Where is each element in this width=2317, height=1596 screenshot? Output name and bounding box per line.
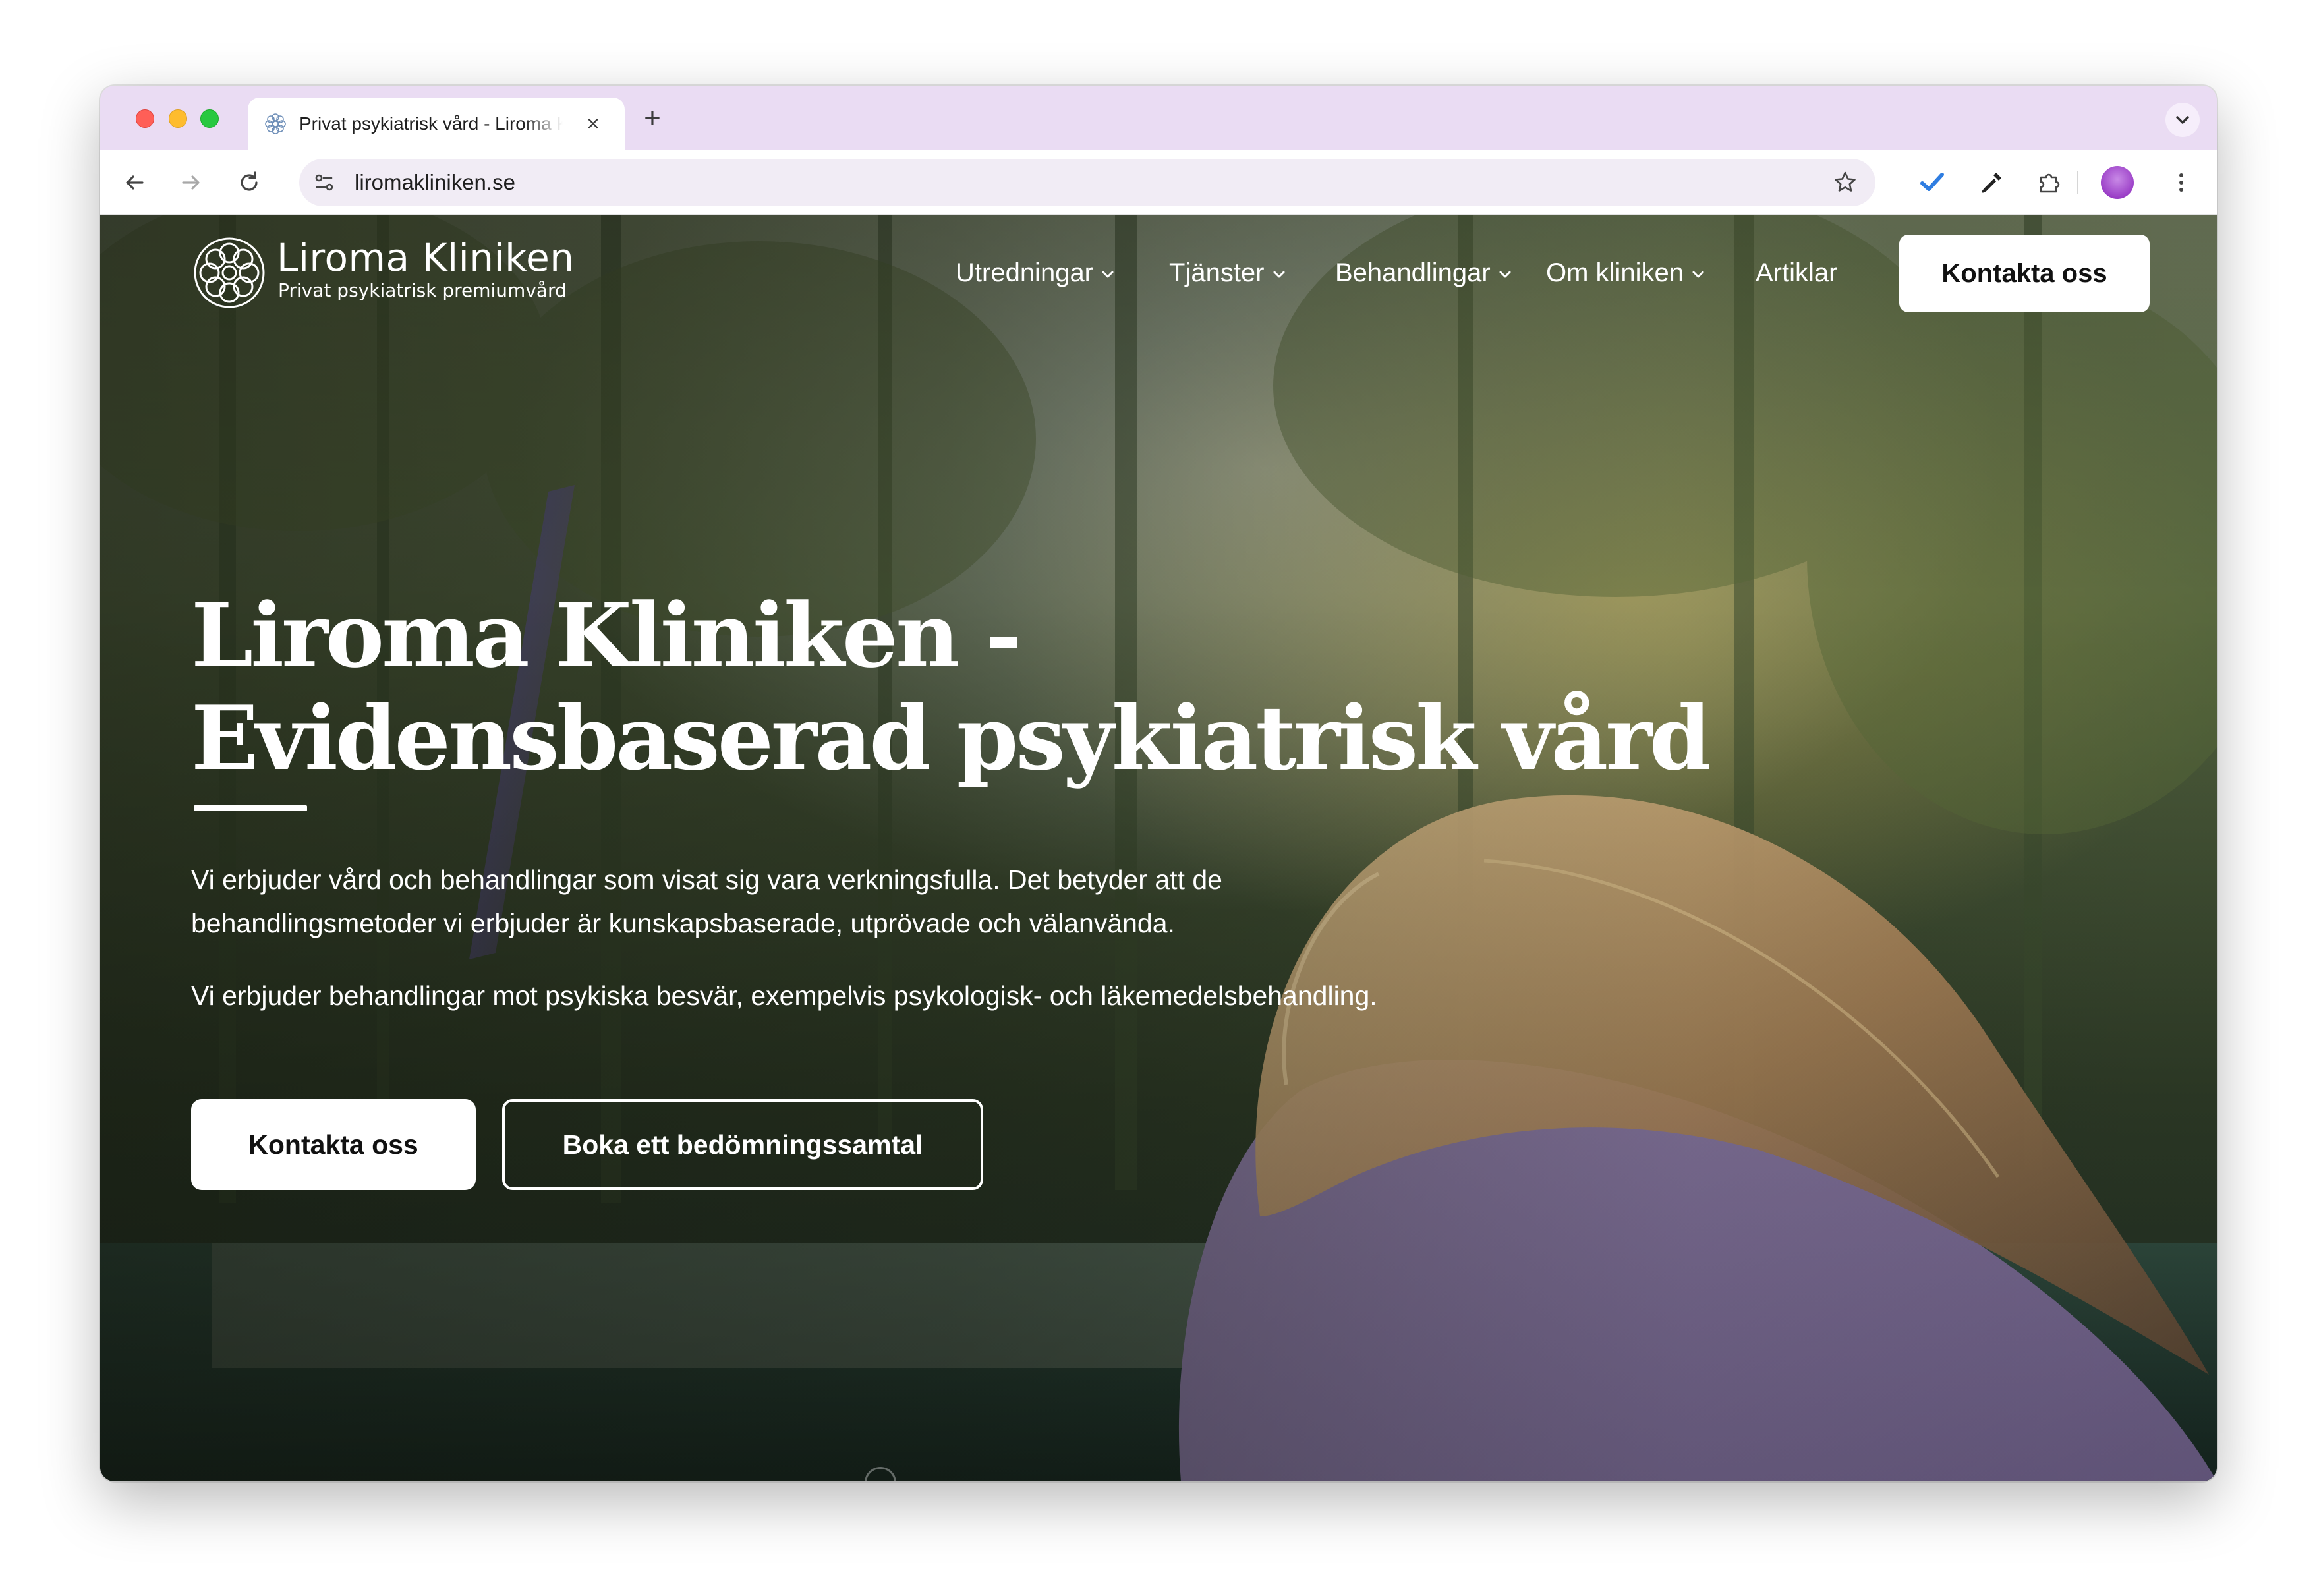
chevron-down-icon <box>1499 271 1511 278</box>
url-text[interactable]: liromakliniken.se <box>355 169 515 196</box>
title-underline <box>194 805 307 811</box>
nav-item-label: Tjänster <box>1169 258 1265 287</box>
nav-item-label: Om kliniken <box>1546 258 1684 287</box>
tab-search-button[interactable] <box>2165 103 2200 137</box>
arrow-right-icon[interactable] <box>177 168 206 197</box>
plus-icon[interactable]: + <box>639 104 666 133</box>
tab-title: Privat psykiatrisk vård - Liroma Klinike… <box>299 113 563 134</box>
contact-button[interactable]: Kontakta oss <box>191 1099 476 1190</box>
close-icon[interactable]: × <box>580 111 606 137</box>
puzzle-icon[interactable] <box>2035 168 2064 197</box>
chevron-down-icon <box>2176 116 2189 124</box>
hero-overlay <box>100 215 2217 1481</box>
chevron-down-icon <box>1102 271 1114 278</box>
tune-icon[interactable] <box>310 168 339 197</box>
nav-item-artiklar[interactable]: Artiklar <box>1756 254 1837 291</box>
maximize-window-button[interactable] <box>200 109 219 128</box>
avatar[interactable] <box>2101 166 2134 199</box>
tab-strip: Privat psykiatrisk vård - Liroma Klinike… <box>100 86 2217 150</box>
kebab-menu-icon[interactable] <box>2167 168 2196 197</box>
nav-item-behandlingar[interactable]: Behandlingar <box>1335 254 1513 291</box>
browser-tab[interactable]: Privat psykiatrisk vård - Liroma Klinike… <box>248 98 625 150</box>
nav-item-label: Utredningar <box>956 258 1094 287</box>
arrow-left-icon[interactable] <box>120 168 149 197</box>
nav-item-om-kliniken[interactable]: Om kliniken <box>1546 254 1706 291</box>
nav-item-label: Artiklar <box>1756 258 1838 287</box>
liroma-flower-favicon <box>265 113 286 134</box>
checkmark-extension-icon[interactable] <box>1918 168 1947 197</box>
hero-paragraph-2: Vi erbjuder behandlingar mot psykiska be… <box>191 981 1377 1011</box>
star-icon[interactable] <box>1831 168 1860 197</box>
book-assessment-button[interactable]: Boka ett bedömningssamtal <box>502 1099 983 1190</box>
hero-paragraph-1: Vi erbjuder vård och behandlingar som vi… <box>191 865 1222 938</box>
eyedropper-icon[interactable] <box>1977 168 2006 197</box>
nav-item-utredningar[interactable]: Utredningar <box>956 254 1116 291</box>
browser-toolbar: liromakliniken.se <box>100 150 2217 215</box>
toolbar-divider <box>2077 171 2078 194</box>
nav-item-tjanster[interactable]: Tjänster <box>1169 254 1287 291</box>
web-page: Liroma Kliniken Privat psykiatrisk premi… <box>100 215 2217 1481</box>
browser-window: Privat psykiatrisk vård - Liroma Klinike… <box>100 86 2217 1481</box>
minimize-window-button[interactable] <box>169 109 187 128</box>
hero-title: Liroma Kliniken - Evidensbaserad psykiat… <box>191 583 1711 790</box>
close-window-button[interactable] <box>136 109 154 128</box>
nav-item-label: Behandlingar <box>1335 258 1491 287</box>
address-bar[interactable]: liromakliniken.se <box>299 159 1875 206</box>
chevron-down-icon <box>1273 271 1284 278</box>
reload-icon[interactable] <box>235 168 264 197</box>
chevron-down-icon <box>1692 271 1704 278</box>
nav-contact-button[interactable]: Kontakta oss <box>1899 235 2150 312</box>
main-navigation: Utredningar Tjänster Behandlingar Om kli… <box>100 215 2217 333</box>
